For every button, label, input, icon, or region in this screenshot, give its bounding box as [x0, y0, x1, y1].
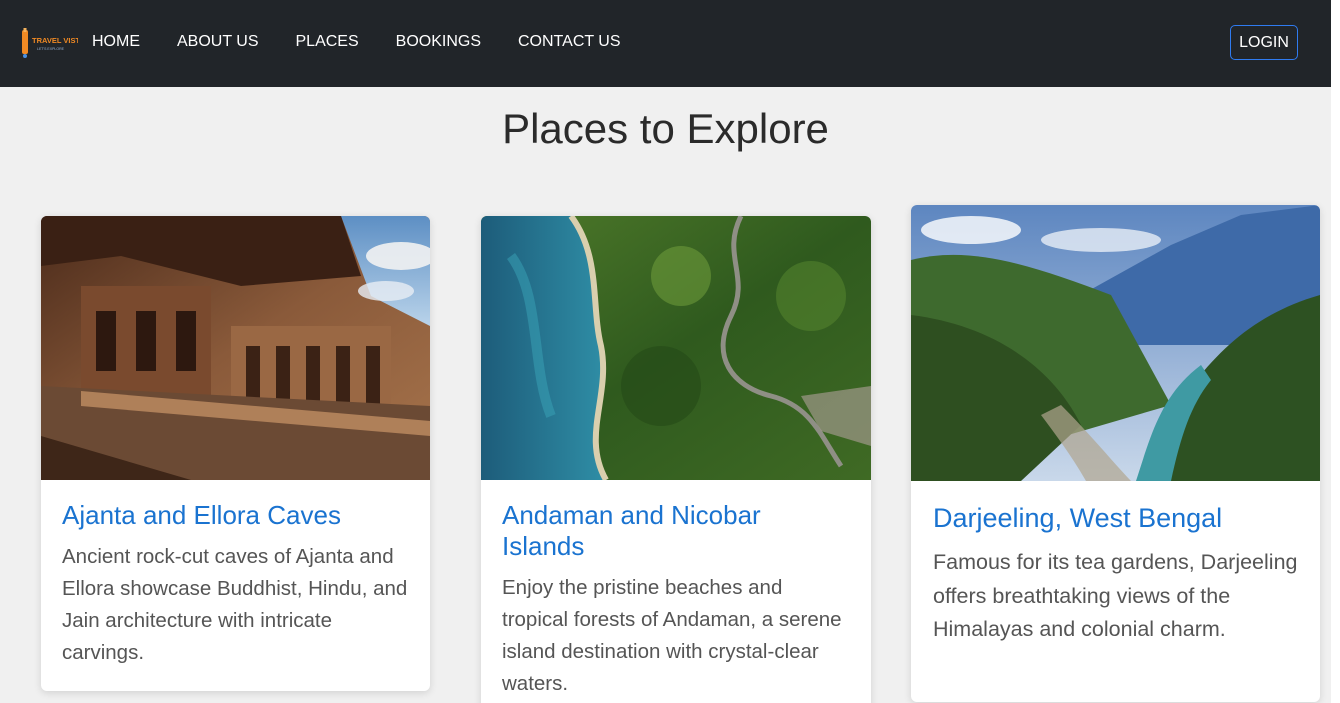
logo-icon: TRAVEL VISTA LET'S EXPLORE	[22, 28, 86, 58]
nav-link-contact-us[interactable]: CONTACT US	[518, 33, 621, 51]
ajanta-ellora-image	[41, 216, 430, 480]
login-button[interactable]: LOGIN	[1230, 25, 1298, 60]
place-card-andaman-nicobar[interactable]: Andaman and Nicobar Islands Enjoy the pr…	[481, 216, 871, 703]
scrollbar-track[interactable]	[1331, 0, 1340, 703]
card-description: Ancient rock-cut caves of Ajanta and Ell…	[62, 545, 408, 664]
card-title[interactable]: Ajanta and Ellora Caves	[62, 500, 409, 531]
page-title: Places to Explore	[502, 105, 829, 152]
darjeeling-image	[911, 205, 1320, 481]
card-description: Famous for its tea gardens, Darjeeling o…	[933, 550, 1298, 641]
logo-text: TRAVEL VISTA	[32, 36, 78, 45]
brand-logo[interactable]: TRAVEL VISTA LET'S EXPLORE	[20, 26, 86, 60]
nav-link-bookings[interactable]: BOOKINGS	[396, 33, 481, 51]
place-card-ajanta-ellora[interactable]: Ajanta and Ellora Caves Ancient rock-cut…	[41, 216, 430, 691]
card-description: Enjoy the pristine beaches and tropical …	[502, 576, 842, 695]
nav-link-places[interactable]: PLACES	[296, 33, 359, 51]
card-title[interactable]: Darjeeling, West Bengal	[933, 502, 1298, 534]
navbar: TRAVEL VISTA LET'S EXPLORE HOME ABOUT US…	[0, 0, 1331, 87]
logo-tagline: LET'S EXPLORE	[37, 47, 65, 51]
nav-link-about-us[interactable]: ABOUT US	[177, 33, 259, 51]
place-card-darjeeling[interactable]: Darjeeling, West Bengal Famous for its t…	[911, 205, 1320, 702]
nav-links: HOME ABOUT US PLACES BOOKINGS CONTACT US	[92, 33, 658, 51]
andaman-nicobar-image	[481, 216, 871, 480]
card-title[interactable]: Andaman and Nicobar Islands	[502, 500, 850, 562]
nav-link-home[interactable]: HOME	[92, 33, 140, 51]
